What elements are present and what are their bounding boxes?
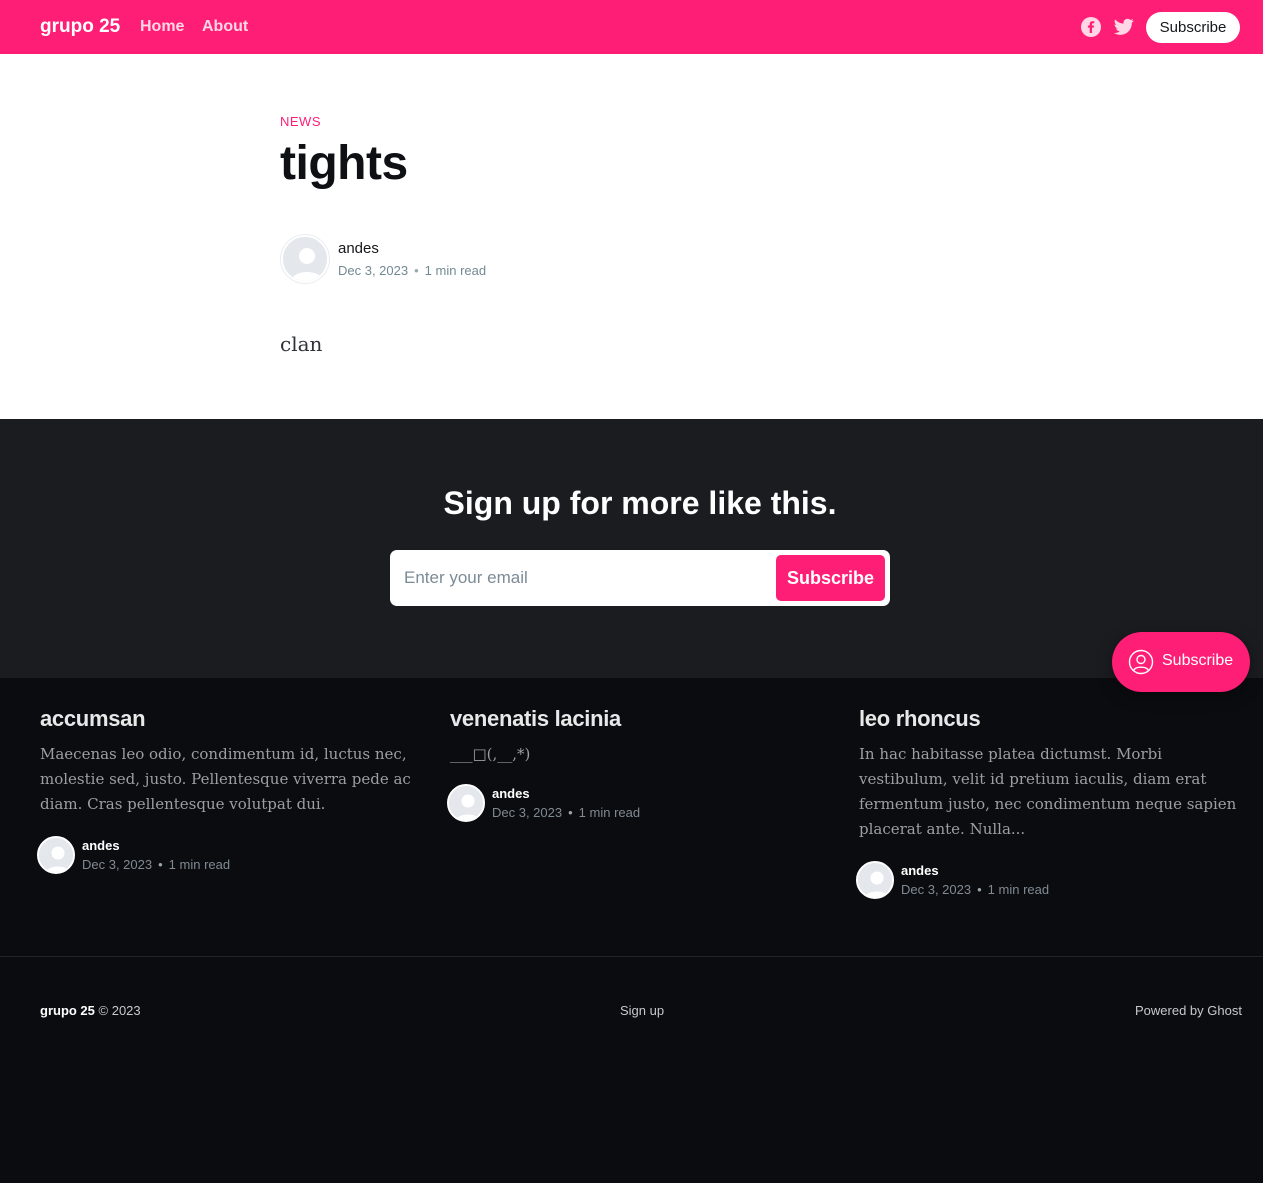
article-body: clan: [280, 332, 323, 356]
post-card-author: andes Dec 3, 2023 • 1 min read: [447, 784, 834, 824]
post-card-excerpt: In hac habitasse platea dictumst. Morbi …: [859, 745, 1237, 838]
article-tag[interactable]: NEWS: [280, 114, 321, 129]
related-post-card[interactable]: leo rhoncus In hac habitasse platea dict…: [856, 706, 1243, 901]
avatar-placeholder-icon: [39, 838, 73, 872]
read-time: 1 min read: [424, 263, 487, 278]
footer-copyright: grupo 25 © 2023: [40, 1003, 141, 1018]
post-date: Dec 3, 2023: [901, 882, 972, 897]
avatar-placeholder-icon: [283, 237, 327, 281]
article: NEWS tights andes Dec 3, 2023 • 1 min read…: [0, 54, 1263, 419]
nav-about-link[interactable]: About: [202, 18, 248, 36]
footer-signup-link[interactable]: Sign up: [620, 1003, 664, 1018]
post-card-meta: Dec 3, 2023 • 1 min read: [492, 805, 640, 820]
signup-section: Sign up for more like this. Subscribe: [0, 419, 1263, 678]
avatar-placeholder-icon: [449, 786, 483, 820]
article-meta: Dec 3, 2023 • 1 min read: [338, 263, 486, 278]
nav-home-link[interactable]: Home: [140, 18, 184, 36]
related-post-card[interactable]: venenatis lacinia ___□(,__,*) andes Dec …: [447, 706, 834, 824]
avatar-placeholder-icon: [858, 863, 892, 897]
signup-form: Subscribe: [390, 550, 890, 606]
post-card-author: andes Dec 3, 2023 • 1 min read: [856, 861, 1243, 901]
facebook-icon[interactable]: [1081, 17, 1101, 37]
floating-subscribe-button[interactable]: Subscribe: [1112, 632, 1250, 692]
post-date: Dec 3, 2023: [492, 805, 563, 820]
footer-site-title[interactable]: grupo 25: [40, 1003, 95, 1018]
meta-separator: •: [977, 882, 982, 897]
post-card-excerpt: Maecenas leo odio, condimentum id, luctu…: [40, 745, 411, 813]
read-time: 1 min read: [578, 805, 641, 820]
signup-heading: Sign up for more like this.: [443, 485, 837, 521]
author-name[interactable]: andes: [338, 240, 379, 257]
floating-subscribe-label: Subscribe: [1162, 652, 1234, 669]
article-title: tights: [280, 137, 408, 190]
post-date: Dec 3, 2023: [338, 263, 409, 278]
copyright-text: © 2023: [98, 1003, 141, 1018]
meta-separator: •: [568, 805, 573, 820]
footer-divider: [0, 956, 1263, 957]
avatar[interactable]: [37, 836, 75, 874]
post-card-title[interactable]: accumsan: [40, 706, 424, 732]
site-logo[interactable]: grupo 25: [40, 16, 120, 38]
post-date: Dec 3, 2023: [82, 857, 153, 872]
site-header: grupo 25 Home About Subscribe: [0, 0, 1263, 54]
read-time: 1 min read: [987, 882, 1050, 897]
post-card-excerpt: ___□(,__,*): [450, 745, 531, 763]
post-card-title[interactable]: leo rhoncus: [859, 706, 1243, 732]
twitter-icon[interactable]: [1114, 17, 1134, 37]
avatar[interactable]: [447, 784, 485, 822]
meta-separator: •: [158, 857, 163, 872]
author-name[interactable]: andes: [901, 863, 939, 878]
read-time: 1 min read: [168, 857, 231, 872]
post-card-title[interactable]: venenatis lacinia: [450, 706, 834, 732]
related-post-card[interactable]: accumsan Maecenas leo odio, condimentum …: [37, 706, 424, 876]
email-input[interactable]: [404, 562, 764, 594]
author-name[interactable]: andes: [492, 786, 530, 801]
user-circle-icon: [1128, 649, 1154, 675]
post-card-author: andes Dec 3, 2023 • 1 min read: [37, 836, 424, 876]
post-card-meta: Dec 3, 2023 • 1 min read: [82, 857, 230, 872]
header-subscribe-button[interactable]: Subscribe: [1146, 12, 1240, 43]
signup-subscribe-button[interactable]: Subscribe: [776, 555, 885, 601]
powered-by-link[interactable]: Powered by Ghost: [1135, 1003, 1242, 1018]
avatar[interactable]: [281, 235, 329, 283]
avatar[interactable]: [856, 861, 894, 899]
meta-separator: •: [414, 263, 419, 278]
post-card-meta: Dec 3, 2023 • 1 min read: [901, 882, 1049, 897]
author-name[interactable]: andes: [82, 838, 120, 853]
